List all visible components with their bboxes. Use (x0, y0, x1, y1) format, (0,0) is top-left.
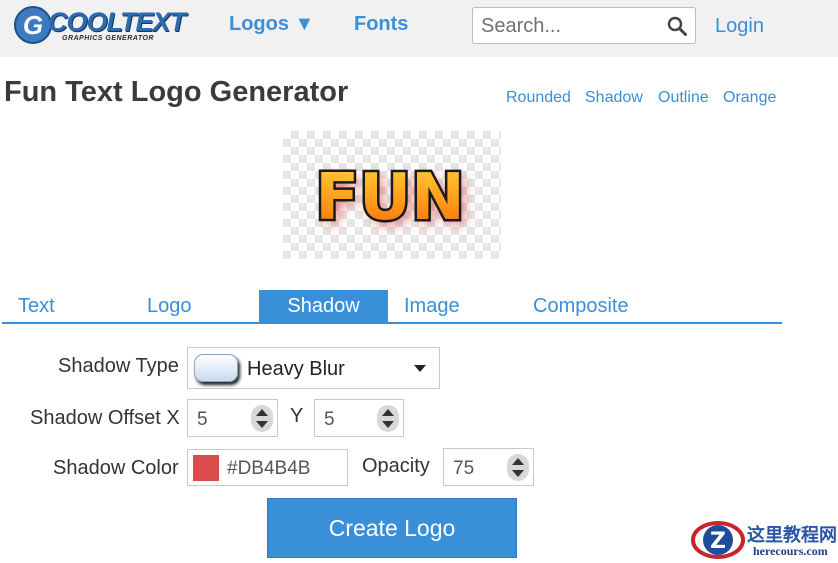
style-link-shadow[interactable]: Shadow (585, 89, 643, 107)
tab-text[interactable]: Text (18, 290, 55, 322)
shadow-offset-x-label: Shadow Offset X (30, 407, 180, 429)
spin-up-icon[interactable] (382, 409, 394, 416)
page-title: Fun Text Logo Generator (4, 76, 349, 108)
logo-tagline: GRAPHICS GENERATOR (62, 35, 154, 42)
nav-fonts-link[interactable]: Fonts (354, 13, 408, 36)
shadow-type-select[interactable]: Heavy Blur (187, 347, 440, 389)
login-link[interactable]: Login (715, 15, 764, 38)
offset-y-spinner[interactable] (377, 405, 399, 432)
shadow-type-value: Heavy Blur (247, 358, 345, 380)
site-watermark: Z 这里教程网 herecours.com (690, 516, 838, 563)
shadow-offset-y-label: Y (290, 405, 304, 427)
offset-x-spinner[interactable] (251, 405, 273, 432)
watermark-text-url: herecours.com (753, 544, 828, 558)
watermark-logo-icon: Z (691, 521, 745, 559)
create-logo-button[interactable]: Create Logo (267, 498, 517, 558)
shadow-preview-icon (194, 354, 238, 382)
svg-text:Z: Z (710, 529, 726, 554)
spin-up-icon[interactable] (512, 458, 524, 465)
editor-tabs: Text Logo Shadow Image Composite (0, 288, 782, 324)
fun-logo-text: FUN (315, 161, 464, 235)
opacity-input[interactable]: 75 (443, 448, 534, 486)
tab-image[interactable]: Image (404, 290, 460, 322)
style-link-orange[interactable]: Orange (723, 89, 776, 107)
shadow-offset-x-value: 5 (197, 409, 208, 430)
spin-down-icon[interactable] (256, 421, 268, 428)
fun-logo-preview: FUN FUN (313, 159, 470, 241)
shadow-color-label: Shadow Color (53, 457, 179, 479)
opacity-label: Opacity (362, 455, 430, 477)
spin-down-icon[interactable] (512, 470, 524, 477)
tab-logo[interactable]: Logo (147, 290, 192, 322)
logo-g-icon: G (14, 6, 52, 44)
nav-logos-menu[interactable]: Logos ▼ (229, 13, 314, 36)
style-link-rounded[interactable]: Rounded (506, 89, 571, 107)
opacity-value: 75 (453, 458, 475, 479)
spin-up-icon[interactable] (256, 409, 268, 416)
top-header: G COOLTEXT GRAPHICS GENERATOR Logos ▼ Fo… (0, 0, 838, 57)
tabs-divider (2, 322, 782, 324)
tab-composite[interactable]: Composite (533, 290, 629, 322)
shadow-offset-y-input[interactable]: 5 (314, 399, 404, 437)
tab-shadow[interactable]: Shadow (259, 290, 388, 322)
shadow-type-label: Shadow Type (58, 355, 179, 377)
cooltext-logo[interactable]: G COOLTEXT GRAPHICS GENERATOR (14, 6, 190, 46)
caret-down-icon (414, 365, 426, 372)
shadow-color-input[interactable]: #DB4B4B (187, 449, 348, 486)
logo-wordmark: COOLTEXT (48, 7, 186, 37)
search-box (472, 7, 696, 44)
opacity-spinner[interactable] (507, 454, 529, 481)
shadow-offset-x-input[interactable]: 5 (187, 399, 278, 437)
color-swatch[interactable] (193, 455, 219, 481)
shadow-color-value: #DB4B4B (227, 458, 311, 479)
logo-preview: FUN FUN (283, 131, 501, 259)
style-link-outline[interactable]: Outline (658, 89, 709, 107)
shadow-offset-y-value: 5 (324, 409, 335, 430)
search-icon[interactable] (667, 16, 687, 36)
spin-down-icon[interactable] (382, 421, 394, 428)
search-input[interactable] (481, 12, 661, 40)
